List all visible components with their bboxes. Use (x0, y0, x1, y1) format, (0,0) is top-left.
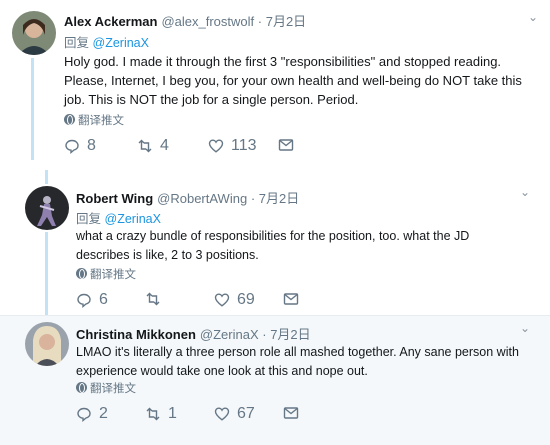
reply-label: 回复 (76, 212, 102, 226)
chevron-down-icon[interactable]: ⌄ (520, 321, 530, 335)
heart-icon (214, 407, 230, 421)
reply-icon (65, 139, 79, 154)
reply-icon (77, 407, 91, 422)
retweet-count: 1 (168, 405, 177, 422)
retweet-count: 4 (160, 137, 169, 154)
envelope-icon (278, 139, 294, 151)
translate-link[interactable]: 翻译推文 (76, 380, 136, 396)
thread-connector (45, 232, 48, 320)
reply-button[interactable]: 2 (76, 405, 108, 423)
author-handle[interactable]: @RobertAWing (157, 191, 247, 206)
author-handle[interactable]: @ZerinaX (200, 327, 259, 342)
chevron-down-icon[interactable]: ⌄ (528, 10, 538, 24)
author-name[interactable]: Christina Mikkonen (76, 327, 196, 342)
reply-count: 2 (99, 405, 108, 422)
retweet-icon (146, 407, 160, 421)
translate-link[interactable]: 翻译推文 (64, 112, 124, 128)
reply-button[interactable]: 6 (76, 291, 108, 309)
translate-label: 翻译推文 (90, 383, 136, 395)
retweet-button[interactable] (145, 291, 168, 307)
tweet-header: Alex Ackerman @alex_frostwolf · 7月2日 (64, 11, 306, 30)
avatar[interactable] (12, 11, 56, 55)
reply-icon (77, 293, 91, 308)
tweet-date[interactable]: · 7月2日 (258, 14, 306, 29)
tweet-date[interactable]: · 7月2日 (262, 327, 310, 342)
chevron-down-icon[interactable]: ⌄ (520, 185, 530, 199)
like-count: 113 (231, 137, 257, 154)
tweet-header: Robert Wing @RobertAWing · 7月2日 (76, 188, 299, 207)
author-name[interactable]: Robert Wing (76, 191, 153, 206)
reply-context: 回复 @ZerinaX (76, 208, 161, 227)
heart-icon (208, 139, 224, 153)
globe-icon (76, 382, 87, 393)
globe-icon (76, 268, 87, 279)
like-count: 67 (237, 405, 255, 422)
like-button[interactable]: 69 (214, 291, 255, 309)
author-handle[interactable]: @alex_frostwolf (161, 14, 254, 29)
tweet[interactable]: Alex Ackerman @alex_frostwolf · 7月2日 ⌄ 回复… (0, 0, 550, 170)
direct-message-button[interactable] (283, 291, 306, 307)
globe-icon (64, 114, 75, 125)
heart-icon (214, 293, 230, 307)
direct-message-button[interactable] (278, 137, 301, 153)
thread-connector (45, 170, 48, 184)
tweet-text: Holy god. I made it through the first 3 … (64, 54, 522, 107)
thread-connector (31, 58, 34, 160)
reply-button[interactable]: 8 (64, 137, 96, 155)
like-count: 69 (237, 291, 255, 308)
translate-label: 翻译推文 (90, 269, 136, 281)
tweet-date[interactable]: · 7月2日 (251, 191, 299, 206)
translate-label: 翻译推文 (78, 115, 124, 127)
tweet-text: LMAO it's literally a three person role … (76, 345, 519, 378)
author-name[interactable]: Alex Ackerman (64, 14, 157, 29)
retweet-icon (138, 139, 152, 153)
reply-count: 8 (87, 137, 96, 154)
like-button[interactable]: 67 (214, 405, 255, 423)
avatar[interactable] (25, 322, 69, 366)
reply-mention[interactable]: @ZerinaX (105, 212, 161, 226)
tweet-text: what a crazy bundle of responsibilities … (76, 229, 470, 262)
reply-context: 回复 @ZerinaX (64, 32, 149, 51)
retweet-icon (146, 292, 160, 306)
translate-link[interactable]: 翻译推文 (76, 266, 136, 282)
reply-count: 6 (99, 291, 108, 308)
reply-label: 回复 (64, 36, 90, 50)
tweet-header: Christina Mikkonen @ZerinaX · 7月2日 (76, 324, 311, 343)
avatar[interactable] (25, 186, 69, 230)
direct-message-button[interactable] (283, 405, 306, 421)
envelope-icon (283, 293, 299, 305)
envelope-icon (283, 407, 299, 419)
like-button[interactable]: 113 (208, 137, 257, 155)
reply-mention[interactable]: @ZerinaX (93, 36, 149, 50)
retweet-button[interactable]: 4 (137, 137, 169, 155)
retweet-button[interactable]: 1 (145, 405, 177, 423)
